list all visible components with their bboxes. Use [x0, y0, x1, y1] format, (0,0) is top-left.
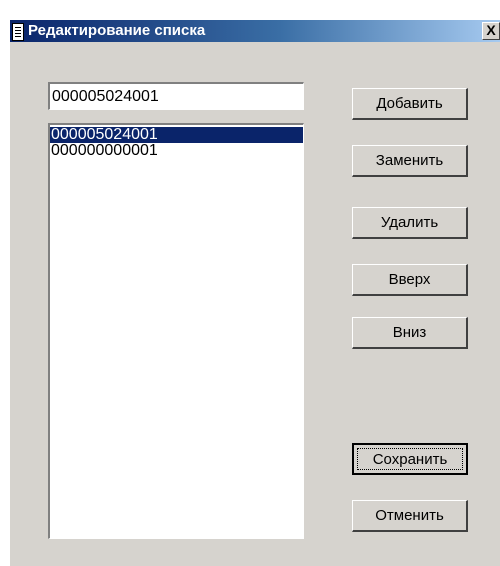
- save-button[interactable]: Сохранить: [352, 443, 468, 475]
- cancel-button[interactable]: Отменить: [352, 500, 468, 532]
- close-button[interactable]: X: [482, 22, 500, 40]
- replace-button[interactable]: Заменить: [352, 145, 468, 177]
- save-button-label: Сохранить: [357, 448, 463, 470]
- add-button[interactable]: Добавить: [352, 88, 468, 120]
- move-up-button[interactable]: Вверх: [352, 264, 468, 296]
- item-input[interactable]: [48, 82, 304, 110]
- edit-list-dialog: Редактирование списка X 000005024001 000…: [10, 20, 500, 566]
- list-item[interactable]: 000000000001: [50, 143, 303, 159]
- delete-button[interactable]: Удалить: [352, 207, 468, 239]
- move-down-button[interactable]: Вниз: [352, 317, 468, 349]
- items-listbox[interactable]: 000005024001 000000000001: [48, 123, 304, 539]
- title-bar[interactable]: Редактирование списка X: [10, 20, 500, 42]
- list-window-icon: [12, 23, 24, 41]
- list-item[interactable]: 000005024001: [50, 127, 303, 143]
- window-title: Редактирование списка: [28, 22, 206, 39]
